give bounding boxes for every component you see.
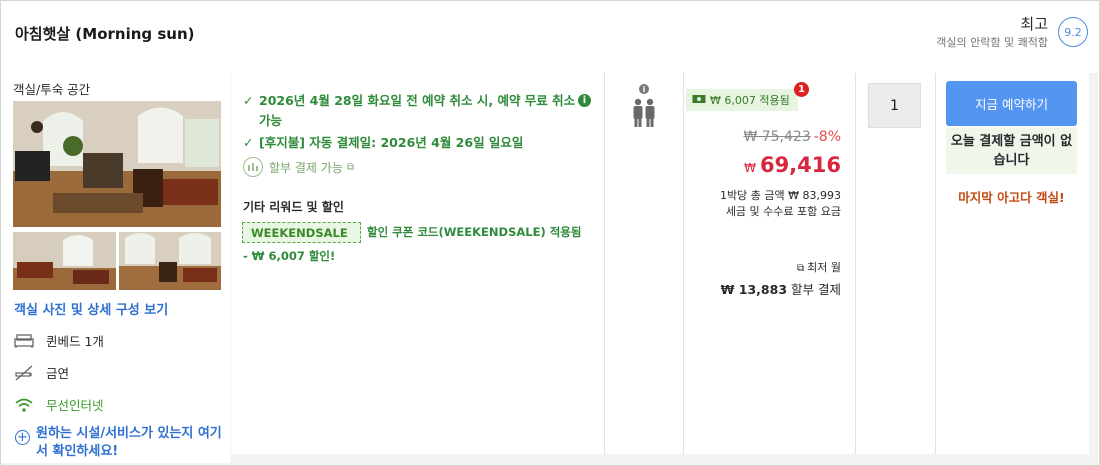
per-night-total: 1박당 총 금액 ₩ 83,993 [720, 189, 841, 202]
booking-column: 지금 예약하기 오늘 결제할 금액이 없습니다 마지막 아고다 객실! [936, 73, 1089, 454]
amenities-inquiry-link[interactable]: + 원하는 시설/서비스가 있는지 여기서 확인하세요! [15, 425, 226, 461]
feature-bed: 퀸베드 1개 [14, 331, 104, 350]
installment-text: 할부 결제 가능 [269, 160, 343, 175]
space-label: 객실/투숙 공간 [13, 82, 91, 97]
pay-later-text: [후지불] 자동 결제일: 2026년 4월 26일 일요일 [259, 135, 524, 150]
pay-later: ✓ [후지불] 자동 결제일: 2026년 4월 26일 일요일 [243, 133, 523, 153]
original-price: ₩ 75,423 -8% [743, 129, 841, 145]
column-divider [935, 73, 936, 454]
installment-icon [243, 157, 263, 177]
room-title: 아침햇살 (Morning sun) [15, 25, 195, 43]
room-details-column: 객실/투숙 공간 객실 사진 및 상세 구성 보기 퀸베드 1개 금연 무선인터… [1, 73, 230, 463]
wifi-icon [14, 397, 34, 413]
savings-tag[interactable]: ₩ 6,007 적용됨 [686, 89, 798, 111]
coupon-applied-text: 할인 쿠폰 코드(WEEKENDSALE) 적용됨 [367, 225, 582, 239]
occupancy-column: i [605, 73, 683, 454]
no-smoking-icon [14, 365, 34, 381]
amenities-inquiry-text: 원하는 시설/서비스가 있는지 여기서 확인하세요! [36, 426, 222, 459]
pay-today-notice: 오늘 결제할 금액이 없습니다 [946, 128, 1077, 174]
room-photo-main[interactable] [13, 101, 221, 227]
coupon-code-tag: WEEKENDSALE [242, 222, 361, 243]
price-column: ₩ 6,007 적용됨 1 ₩ 75,423 -8% ₩ 69,416 1박당 총… [684, 73, 855, 454]
room-photo-thumbnail[interactable] [13, 232, 116, 290]
monthly-suffix: 할부 결제 [791, 282, 841, 297]
ticket-icon [692, 94, 706, 107]
rating-word: 최고 [1020, 15, 1048, 33]
taxes-note: 세금 및 수수료 포함 요금 [725, 205, 841, 218]
room-photos-link[interactable]: 객실 사진 및 상세 구성 보기 [14, 299, 168, 318]
column-divider [855, 73, 856, 454]
last-room-notice: 마지막 아고다 객실! [958, 190, 1065, 205]
final-price: ₩ 69,416 [744, 153, 841, 177]
original-price-value: ₩ 75,423 [743, 129, 811, 145]
room-quantity-select[interactable]: 1 [868, 83, 921, 128]
feature-wifi: 무선인터넷 [14, 395, 104, 414]
promo-title: 기타 리워드 및 할인 [243, 200, 344, 214]
rating-subtitle: 객실의 안락함 및 쾌적함 [936, 36, 1048, 49]
column-divider [604, 73, 605, 454]
room-header: 아침햇살 (Morning sun) 최고 객실의 안락함 및 쾌적함 9.2 [1, 1, 1098, 73]
rating-score-badge: 9.2 [1058, 17, 1088, 47]
free-cancellation: ✓ 2026년 4월 28일 화요일 전 예약 취소 시, 예약 무료 취소 가… [243, 91, 598, 131]
feature-label: 무선인터넷 [46, 398, 104, 413]
feature-label: 금연 [46, 366, 70, 381]
feature-no-smoking: 금연 [14, 363, 69, 382]
info-icon[interactable]: i [578, 94, 591, 107]
check-icon: ✓ [243, 135, 254, 150]
currency-symbol: ₩ [744, 161, 756, 175]
feature-label: 퀸베드 1개 [46, 334, 104, 349]
installment-option[interactable]: 할부 결제 가능 ⧉ [243, 157, 354, 177]
check-icon: ✓ [243, 93, 254, 108]
external-link-icon: ⧉ [797, 263, 805, 274]
book-now-button[interactable]: 지금 예약하기 [946, 81, 1077, 126]
discount-percent: -8% [813, 129, 841, 145]
room-benefits-column: ✓ 2026년 4월 28일 화요일 전 예약 취소 시, 예약 무료 취소 가… [231, 73, 604, 454]
monthly-label: ⧉ 최저 월 [797, 259, 841, 275]
occupancy-info-icon[interactable]: i [639, 84, 649, 94]
monthly-installment: ₩ 13,883 할부 결제 [721, 279, 841, 298]
bed-icon [14, 333, 34, 349]
external-link-icon: ⧉ [346, 161, 355, 173]
two-guests-icon [631, 98, 657, 132]
room-photo-thumbnail[interactable] [119, 232, 221, 290]
monthly-label-text: 최저 월 [807, 261, 841, 274]
monthly-amount: ₩ 13,883 [720, 282, 788, 297]
plus-circle-icon: + [15, 430, 30, 445]
savings-text: ₩ 6,007 적용됨 [710, 94, 790, 107]
coupon-discount-text: - ₩ 6,007 할인! [243, 249, 336, 263]
quantity-column: 1 [856, 73, 935, 454]
column-divider [683, 73, 684, 454]
notification-badge: 1 [794, 82, 809, 97]
final-price-amount: 69,416 [759, 153, 841, 177]
free-cancellation-text: 2026년 4월 28일 화요일 전 예약 취소 시, 예약 무료 취소 가능 [259, 93, 576, 128]
